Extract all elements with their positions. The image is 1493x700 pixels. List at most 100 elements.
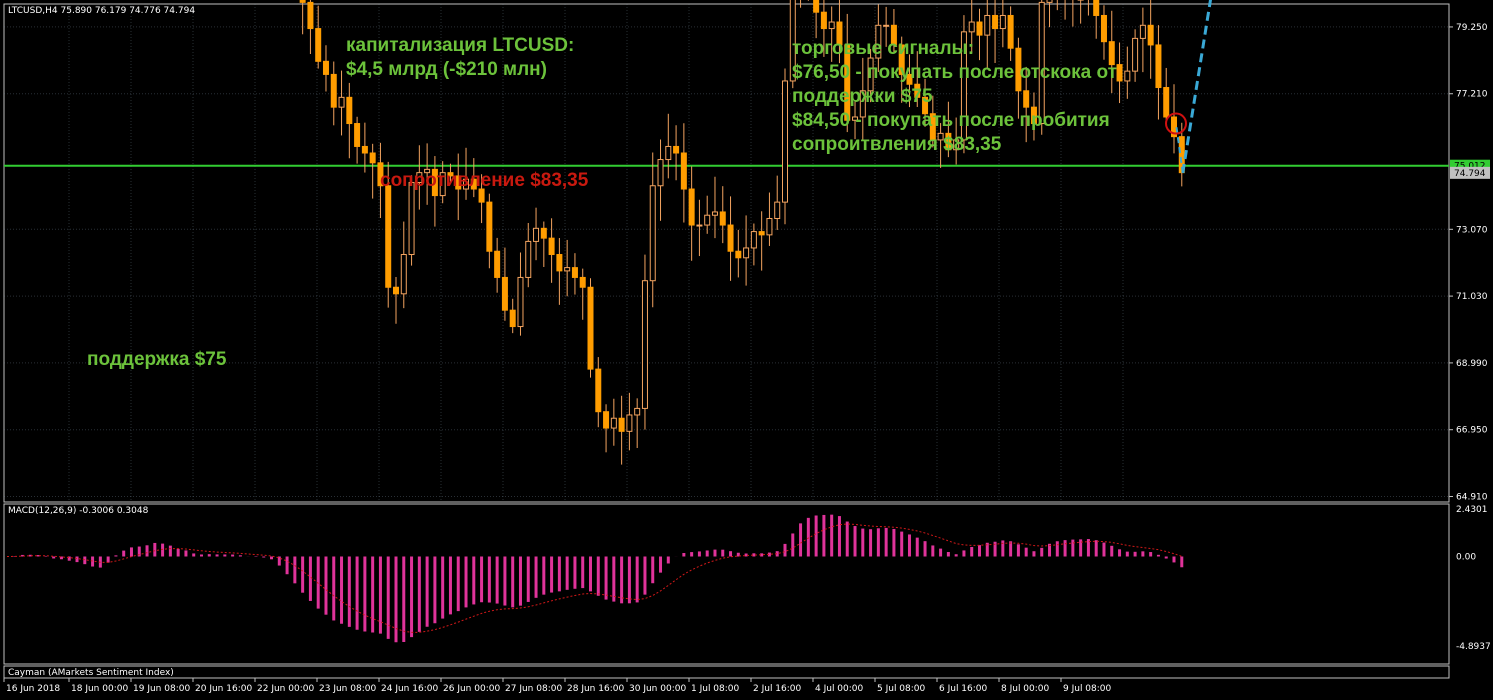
- bull-candle: [665, 145, 672, 161]
- bear-candle: [1116, 64, 1123, 82]
- time-tick-label: 5 Jul 08:00: [877, 684, 926, 694]
- bear-candle: [346, 96, 353, 125]
- time-tick-label: 28 Jun 16:00: [567, 684, 624, 694]
- ohlc-values: 75.890 76.179 74.776 74.794: [60, 6, 196, 16]
- resistance-label: сопротивление $83,35: [380, 170, 589, 191]
- bull-candle: [696, 224, 703, 227]
- macd-tick-label: 2.4301: [1456, 505, 1488, 515]
- time-tick-label: 19 Jun 08:00: [133, 684, 190, 694]
- cap-line: $4,5 млрд (-$210 млн): [346, 59, 547, 80]
- bear-candle: [579, 276, 586, 288]
- time-tick-label: 26 Jun 00:00: [443, 684, 500, 694]
- bear-candle: [354, 123, 361, 147]
- bull-candle: [1046, 0, 1053, 3]
- bull-candle: [626, 414, 633, 432]
- bear-candle: [992, 14, 999, 30]
- bear-candle: [1093, 0, 1100, 16]
- price-tick-label: 73.070: [1456, 225, 1488, 235]
- bull-candle: [1124, 70, 1131, 82]
- time-tick-label: 4 Jul 00:00: [815, 684, 864, 694]
- bull-candle: [704, 214, 711, 226]
- cap-line: капитализация LTCUSD:: [346, 35, 575, 56]
- price-tick-label: 64.910: [1456, 493, 1488, 503]
- time-tick-label: 22 Jun 00:00: [257, 684, 314, 694]
- bull-candle: [774, 201, 781, 219]
- signal-line: торговые сигналы:: [792, 38, 975, 59]
- bull-candle: [766, 217, 773, 236]
- bear-candle: [571, 267, 578, 278]
- macd-name: MACD(12,26,9): [8, 506, 77, 516]
- bull-candle: [657, 159, 664, 187]
- price-tick-label: 71.030: [1456, 292, 1488, 302]
- bear-candle: [587, 286, 594, 370]
- bull-candle: [999, 14, 1006, 30]
- bear-candle: [719, 211, 726, 226]
- bear-candle: [494, 250, 501, 278]
- symbol-label: LTCUSD,H4: [8, 6, 58, 16]
- bear-candle: [299, 0, 306, 3]
- time-tick-label: 1 Jul 08:00: [691, 684, 740, 694]
- bear-candle: [307, 1, 314, 30]
- time-tick-label: 9 Jul 08:00: [1063, 684, 1112, 694]
- bear-candle: [1163, 87, 1170, 118]
- capitalization-annotation: капитализация LTCUSD: $4,5 млрд (-$210 м…: [346, 34, 574, 82]
- bull-candle: [711, 211, 718, 216]
- bear-candle: [976, 21, 983, 36]
- bear-candle: [315, 28, 322, 62]
- bull-candle: [750, 231, 757, 249]
- signals-annotation: торговые сигналы: $76,50 - покупать посл…: [792, 37, 1117, 157]
- signal-line: сопроитвления $83,35: [792, 134, 1002, 155]
- time-tick-label: 16 Jun 2018: [6, 684, 60, 694]
- time-tick-label: 6 Jul 16:00: [939, 684, 988, 694]
- bull-candle: [984, 14, 991, 36]
- bear-candle: [673, 145, 680, 154]
- bear-candle: [688, 188, 695, 226]
- price-tick-label: 68.990: [1456, 359, 1488, 369]
- bear-candle: [393, 286, 399, 295]
- bear-candle: [820, 11, 827, 30]
- bull-candle: [533, 227, 540, 242]
- time-tick-label: 18 Jun 00:00: [71, 684, 128, 694]
- bull-candle: [408, 181, 415, 256]
- bear-candle: [813, 0, 820, 13]
- macd-header: MACD(12,26,9) -0.3006 0.3048: [8, 506, 148, 516]
- bull-candle: [743, 247, 750, 259]
- price-tick-label: 79.250: [1456, 23, 1488, 33]
- time-tick-label: 27 Jun 08:00: [505, 684, 562, 694]
- bull-candle: [782, 80, 788, 203]
- bear-candle: [618, 417, 625, 432]
- bear-candle: [330, 73, 337, 108]
- time-tick-label: 30 Jun 00:00: [629, 684, 686, 694]
- indicator-name: Cayman (AMarkets Sentiment Index): [8, 668, 174, 678]
- bull-candle: [564, 267, 571, 272]
- bull-candle: [1132, 37, 1139, 72]
- bull-candle: [634, 407, 641, 416]
- time-tick-label: 23 Jun 08:00: [319, 684, 376, 694]
- bull-candle: [525, 240, 532, 278]
- bear-candle: [501, 276, 508, 311]
- price-tick-label: 66.950: [1456, 426, 1488, 436]
- bear-candle: [556, 254, 563, 272]
- bull-candle: [649, 185, 656, 282]
- macd-tick-label: -4.8937: [1456, 642, 1491, 652]
- time-tick-label: 24 Jun 16:00: [381, 684, 438, 694]
- bear-candle: [595, 368, 602, 413]
- bull-candle: [338, 96, 345, 108]
- price-tick-label: 77.210: [1456, 90, 1488, 100]
- bear-candle: [1155, 44, 1162, 89]
- bull-candle: [828, 21, 835, 30]
- bear-candle: [548, 237, 555, 256]
- bear-candle: [385, 185, 392, 288]
- bear-candle: [603, 411, 610, 429]
- bull-candle: [1139, 24, 1146, 39]
- bear-candle: [486, 201, 493, 252]
- signal-line: $84,50 - покупать после пробития: [792, 110, 1110, 131]
- bear-candle: [509, 309, 516, 328]
- bull-candle: [400, 254, 407, 295]
- time-tick-label: 8 Jul 00:00: [1001, 684, 1050, 694]
- bear-candle: [758, 231, 765, 236]
- macd-values: -0.3006 0.3048: [79, 506, 149, 516]
- chart-header: LTCUSD,H4 75.890 76.179 74.776 74.794: [8, 6, 195, 16]
- bear-candle: [361, 145, 368, 154]
- bear-candle: [322, 60, 329, 75]
